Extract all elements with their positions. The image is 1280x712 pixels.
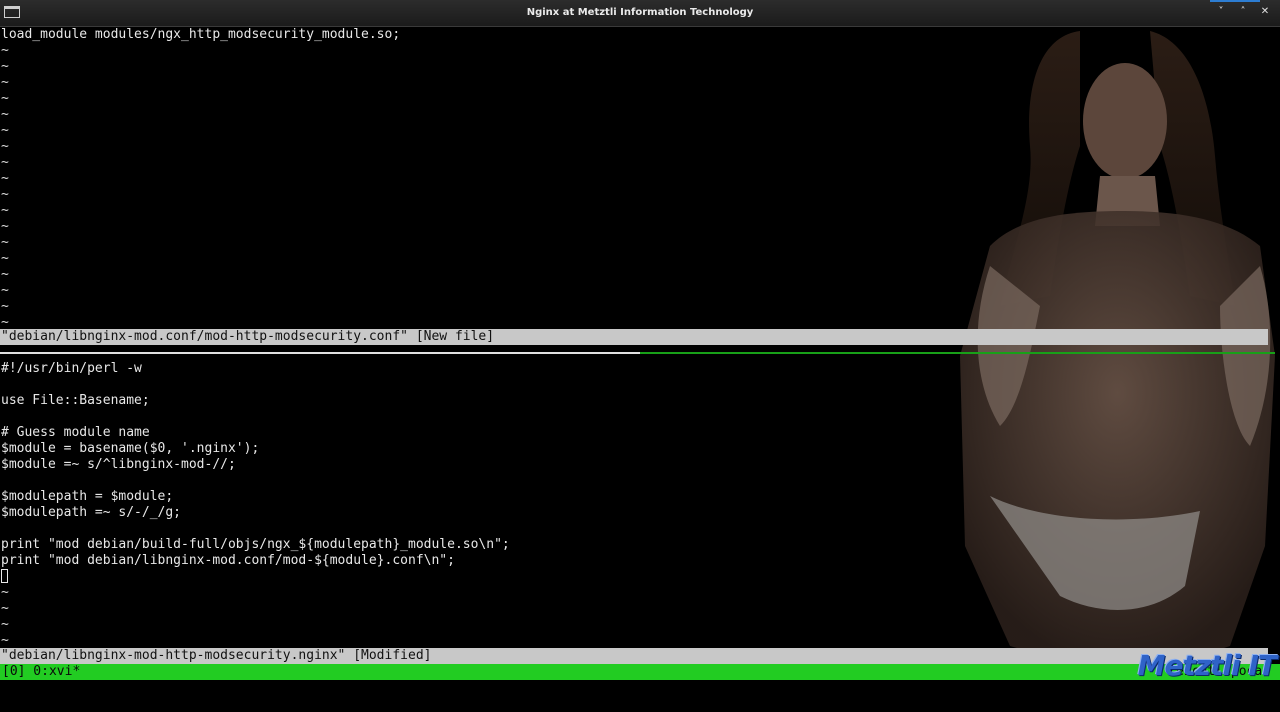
editor-line[interactable]: $modulepath =~ s/-/_/g; [0, 505, 1280, 521]
editor-line[interactable]: #!/usr/bin/perl -w [0, 361, 1280, 377]
empty-line-tilde: ~ [1, 633, 9, 648]
editor-line[interactable]: print "mod debian/libnginx-mod.conf/mod-… [0, 553, 1280, 569]
window-title: Nginx at Metztli Information Technology [526, 7, 754, 18]
editor-line[interactable] [0, 473, 1280, 489]
empty-line-tilde: ~ [1, 139, 9, 154]
editor-line[interactable]: # Guess module name [0, 425, 1280, 441]
empty-line-tilde: ~ [1, 155, 9, 170]
empty-line-tilde: ~ [1, 267, 9, 282]
cursor-line[interactable] [0, 569, 1280, 585]
bottom-pane-status: "debian/libnginx-mod-http-modsecurity.ng… [0, 648, 1268, 664]
empty-line-tilde: ~ [1, 585, 9, 600]
empty-line-tilde: ~ [1, 59, 9, 74]
titlebar-accent [1210, 0, 1260, 2]
empty-line-tilde: ~ [1, 219, 9, 234]
empty-line-tilde: ~ [1, 235, 9, 250]
minimize-icon[interactable]: ˅ [1214, 5, 1228, 19]
empty-line-tilde: ~ [1, 123, 9, 138]
empty-line-tilde: ~ [1, 617, 9, 632]
pane-divider-active [0, 352, 640, 354]
empty-line-tilde: ~ [1, 299, 9, 314]
metztli-logo: Metztli IT [1137, 649, 1277, 682]
empty-line-tilde: ~ [1, 91, 9, 106]
empty-line-tilde: ~ [1, 187, 9, 202]
empty-line-tilde: ~ [1, 251, 9, 266]
empty-line-tilde: ~ [1, 601, 9, 616]
editor-line[interactable]: $module =~ s/^libnginx-mod-//; [0, 457, 1280, 473]
empty-line-tilde: ~ [1, 171, 9, 186]
editor-line[interactable] [0, 409, 1280, 425]
close-icon[interactable]: ✕ [1258, 5, 1272, 19]
editor-line[interactable]: use File::Basename; [0, 393, 1280, 409]
tmux-status-bar: [0] 0:xvi* "tezcatlipoca" [0, 664, 1280, 680]
maximize-icon[interactable]: ˄ [1236, 5, 1250, 19]
editor-line[interactable]: $modulepath = $module; [0, 489, 1280, 505]
editor-line[interactable]: $module = basename($0, '.nginx'); [0, 441, 1280, 457]
tmux-window-list[interactable]: [0] 0:xvi* [2, 664, 80, 680]
empty-line-tilde: ~ [1, 203, 9, 218]
empty-line-tilde: ~ [1, 43, 9, 58]
empty-line-tilde: ~ [1, 75, 9, 90]
window-titlebar: Nginx at Metztli Information Technology … [0, 0, 1280, 27]
bottom-editor-pane[interactable]: #!/usr/bin/perl -w use File::Basename; #… [0, 361, 1280, 649]
text-cursor [1, 569, 8, 583]
editor-line[interactable] [0, 521, 1280, 537]
top-editor-pane[interactable]: load_module modules/ngx_http_modsecurity… [0, 27, 1280, 331]
empty-line-tilde: ~ [1, 107, 9, 122]
top-pane-status: "debian/libnginx-mod.conf/mod-http-modse… [0, 329, 1268, 345]
empty-line-tilde: ~ [1, 283, 9, 298]
editor-line[interactable] [0, 377, 1280, 393]
editor-line[interactable]: print "mod debian/build-full/objs/ngx_${… [0, 537, 1280, 553]
editor-line[interactable]: load_module modules/ngx_http_modsecurity… [0, 27, 1280, 43]
